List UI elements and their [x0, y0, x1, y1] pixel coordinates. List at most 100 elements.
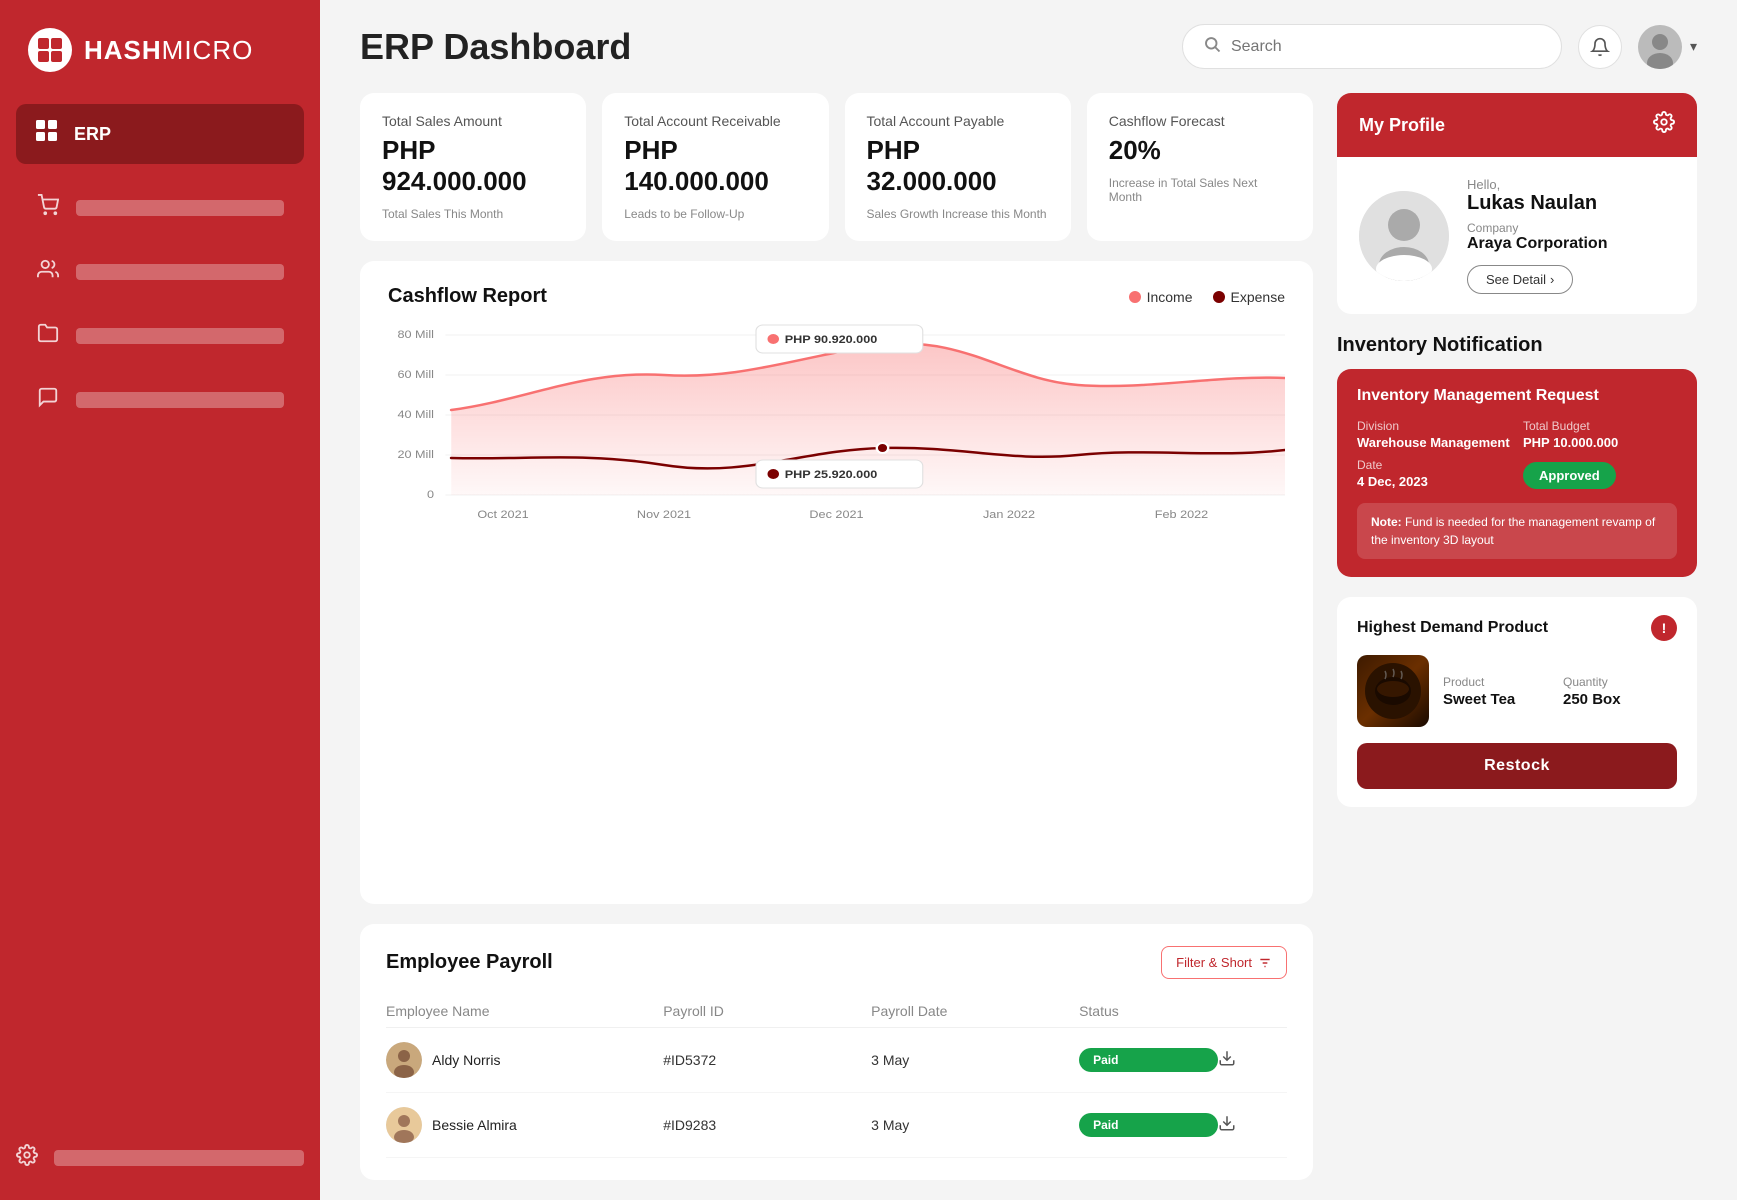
demand-title: Highest Demand Product — [1357, 619, 1548, 637]
chevron-down-icon: ▾ — [1690, 38, 1697, 55]
nav-label-bar-users — [76, 264, 284, 280]
nav-label-bar-chat — [76, 392, 284, 408]
kpi-card-sales: Total Sales Amount PHP 924.000.000 Total… — [360, 93, 586, 241]
status-badge-2: Paid — [1079, 1113, 1218, 1137]
kpi-sub-sales: Total Sales This Month — [382, 207, 564, 221]
sidebar-item-chat[interactable] — [16, 372, 304, 428]
kpi-label-payable: Total Account Payable — [867, 113, 1049, 129]
search-bar[interactable] — [1182, 24, 1562, 69]
tea-image — [1357, 655, 1429, 727]
approved-badge: Approved — [1523, 462, 1616, 489]
svg-text:20 Mill: 20 Mill — [397, 448, 434, 461]
sidebar-item-erp[interactable]: ERP — [16, 104, 304, 164]
sidebar-nav — [0, 168, 320, 1128]
users-icon — [36, 258, 60, 286]
status-badge-1: Paid — [1079, 1048, 1218, 1072]
download-icon-2[interactable] — [1218, 1114, 1287, 1137]
kpi-value-payable: PHP 32.000.000 — [867, 135, 1049, 197]
employee-avatar-1 — [386, 1042, 422, 1078]
settings-icon — [16, 1144, 38, 1172]
expense-label: Expense — [1231, 289, 1285, 305]
sidebar-item-users[interactable] — [16, 244, 304, 300]
chart-title: Cashflow Report — [388, 285, 547, 308]
budget-label: Total Budget — [1523, 419, 1677, 433]
erp-icon — [36, 120, 58, 148]
demand-grid: Product Sweet Tea Quantity 250 Box — [1443, 675, 1677, 708]
date-value: 4 Dec, 2023 — [1357, 474, 1511, 489]
kpi-sub-forecast: Increase in Total Sales Next Month — [1109, 176, 1291, 204]
svg-text:60 Mill: 60 Mill — [397, 368, 434, 381]
sidebar-logo: HASHMICRO — [0, 0, 320, 100]
logo-icon — [28, 28, 72, 72]
quantity-label: Quantity — [1563, 675, 1677, 689]
avatar-button[interactable]: ▾ — [1638, 25, 1697, 69]
right-column: My Profile — [1337, 93, 1697, 1180]
inventory-section: Inventory Notification Inventory Managem… — [1337, 334, 1697, 577]
payroll-id-1: #ID5372 — [663, 1052, 871, 1068]
chart-header: Cashflow Report Income Expense — [388, 285, 1285, 308]
kpi-sub-receivable: Leads to be Follow-Up — [624, 207, 806, 221]
profile-section-title: My Profile — [1359, 115, 1445, 136]
download-icon-1[interactable] — [1218, 1049, 1287, 1072]
quantity-value: 250 Box — [1563, 691, 1677, 708]
expense-dot — [1213, 291, 1225, 303]
col-status: Status — [1079, 1003, 1218, 1019]
profile-card-header: My Profile — [1337, 93, 1697, 157]
restock-button[interactable]: Restock — [1357, 743, 1677, 789]
kpi-label-receivable: Total Account Receivable — [624, 113, 806, 129]
svg-text:PHP 90.920.000: PHP 90.920.000 — [785, 333, 878, 346]
payroll-date-1: 3 May — [871, 1052, 1079, 1068]
chat-icon — [36, 386, 60, 414]
kpi-card-forecast: Cashflow Forecast 20% Increase in Total … — [1087, 93, 1313, 241]
date-label: Date — [1357, 458, 1511, 472]
employee-avatar-2 — [386, 1107, 422, 1143]
sidebar-item-shopping[interactable] — [16, 180, 304, 236]
inventory-grid: Division Warehouse Management Total Budg… — [1357, 419, 1677, 489]
kpi-value-sales: PHP 924.000.000 — [382, 135, 564, 197]
demand-body: Product Sweet Tea Quantity 250 Box — [1357, 655, 1677, 727]
left-column: Total Sales Amount PHP 924.000.000 Total… — [360, 93, 1313, 1180]
quantity-field: Quantity 250 Box — [1563, 675, 1677, 708]
see-detail-button[interactable]: See Detail › — [1467, 265, 1573, 294]
svg-text:0: 0 — [427, 488, 434, 501]
shopping-icon — [36, 194, 60, 222]
budget-value: PHP 10.000.000 — [1523, 435, 1677, 450]
employee-name-1: Aldy Norris — [432, 1052, 500, 1068]
sidebar-bottom[interactable] — [0, 1128, 320, 1200]
header: ERP Dashboard — [320, 0, 1737, 93]
employee-cell-2: Bessie Almira — [386, 1107, 663, 1143]
profile-info: Hello, Lukas Naulan Company Araya Corpor… — [1467, 177, 1607, 294]
folder-icon — [36, 322, 60, 350]
table-row: Aldy Norris #ID5372 3 May Paid — [386, 1028, 1287, 1093]
sidebar-item-erp-label: ERP — [74, 124, 111, 145]
kpi-label-sales: Total Sales Amount — [382, 113, 564, 129]
header-right: ▾ — [1182, 24, 1697, 69]
division-label: Division — [1357, 419, 1511, 433]
filter-label: Filter & Short — [1176, 955, 1252, 970]
cashflow-svg: 80 Mill 60 Mill 40 Mill 20 Mill 0 — [388, 320, 1285, 540]
kpi-label-forecast: Cashflow Forecast — [1109, 113, 1291, 129]
product-label: Product — [1443, 675, 1557, 689]
nav-label-bar-shopping — [76, 200, 284, 216]
kpi-card-payable: Total Account Payable PHP 32.000.000 Sal… — [845, 93, 1071, 241]
sidebar-item-folder[interactable] — [16, 308, 304, 364]
chart-area: 80 Mill 60 Mill 40 Mill 20 Mill 0 — [388, 320, 1285, 545]
svg-text:Nov 2021: Nov 2021 — [637, 508, 692, 521]
payroll-date-2: 3 May — [871, 1117, 1079, 1133]
demand-info: Product Sweet Tea Quantity 250 Box — [1443, 675, 1677, 708]
inventory-card-title: Inventory Management Request — [1357, 387, 1677, 405]
filter-button[interactable]: Filter & Short — [1161, 946, 1287, 979]
inventory-card: Inventory Management Request Division Wa… — [1337, 369, 1697, 577]
profile-gear-icon[interactable] — [1653, 111, 1675, 139]
search-input[interactable] — [1231, 38, 1541, 56]
profile-card: My Profile — [1337, 93, 1697, 314]
demand-header: Highest Demand Product ! — [1357, 615, 1677, 641]
kpi-value-receivable: PHP 140.000.000 — [624, 135, 806, 197]
notification-button[interactable] — [1578, 25, 1622, 69]
kpi-value-forecast: 20% — [1109, 135, 1291, 166]
profile-card-body: Hello, Lukas Naulan Company Araya Corpor… — [1337, 157, 1697, 314]
division-field: Division Warehouse Management — [1357, 419, 1511, 450]
main-content: ERP Dashboard — [320, 0, 1737, 1200]
kpi-sub-payable: Sales Growth Increase this Month — [867, 207, 1049, 221]
legend-income: Income — [1129, 289, 1193, 305]
